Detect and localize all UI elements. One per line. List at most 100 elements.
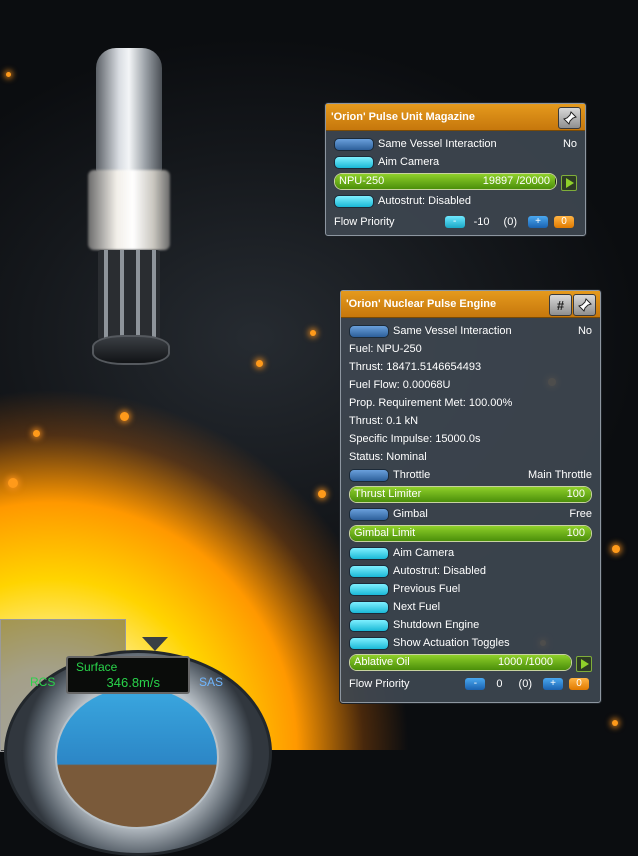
magazine-part-window: 'Orion' Pulse Unit Magazine Same Vessel … [325, 103, 586, 236]
action-label: Autostrut: Disabled [393, 565, 486, 577]
thrust-limiter-slider[interactable]: Thrust Limiter 100 [349, 486, 592, 503]
exhaust-particle [310, 330, 316, 336]
toggle-pill[interactable] [349, 468, 389, 482]
toggle-pill[interactable] [334, 137, 374, 151]
autostrut-button[interactable]: Autostrut: Disabled [341, 562, 600, 580]
aim-camera-label: Aim Camera [378, 156, 440, 168]
same-vessel-interaction-label: Same Vessel Interaction [393, 325, 512, 337]
gimbal-row[interactable]: Gimbal Free [341, 505, 600, 523]
vessel-pusher-struts [98, 250, 160, 340]
gimbal-limit-row: Gimbal Limit 100 [341, 525, 600, 542]
throttle-row[interactable]: Throttle Main Throttle [341, 466, 600, 484]
autostrut-label: Autostrut: Disabled [378, 195, 471, 207]
resource-transfer-icon[interactable] [576, 656, 592, 672]
thrust-limiter-label: Thrust Limiter [354, 488, 422, 500]
aim-camera-button[interactable]: Aim Camera [341, 544, 600, 562]
action-pill[interactable] [349, 564, 389, 578]
same-vessel-interaction-row[interactable]: Same Vessel Interaction No [326, 135, 585, 153]
npu-resource-row: NPU-250 19897 /20000 [326, 173, 585, 191]
engine-part-window: 'Orion' Nuclear Pulse Engine # Same Vess… [340, 290, 601, 703]
flow-priority-increase-button[interactable]: + [543, 678, 563, 690]
engine-prop-requirement-info: Prop. Requirement Met: 100.00% [349, 397, 513, 409]
exhaust-particle [612, 720, 618, 726]
action-pill[interactable] [349, 636, 389, 650]
engine-fuel-flow-info: Fuel Flow: 0.00068U [349, 379, 451, 391]
vessel-capsule [96, 48, 162, 173]
thrust-limiter-value: 100 [566, 488, 585, 500]
previous-fuel-button[interactable]: Previous Fuel [341, 580, 600, 598]
flow-priority-decrease-button[interactable]: - [444, 216, 465, 228]
engine-window-title-bar[interactable]: 'Orion' Nuclear Pulse Engine # [341, 291, 600, 318]
hash-button[interactable]: # [549, 294, 572, 316]
throttle-value: Main Throttle [528, 469, 592, 481]
vessel-magazine [88, 170, 170, 250]
ablative-oil-resource-row: Ablative Oil 1000 /1000 [341, 654, 600, 672]
engine-window-title: 'Orion' Nuclear Pulse Engine [346, 298, 497, 310]
navball[interactable] [55, 685, 219, 829]
resource-transfer-icon[interactable] [561, 175, 577, 191]
toggle-pill[interactable] [349, 324, 389, 338]
action-pill[interactable] [349, 582, 389, 596]
flow-priority-label: Flow Priority [349, 678, 410, 690]
npu-resource-name: NPU-250 [339, 175, 385, 187]
action-pill[interactable] [334, 194, 374, 208]
same-vessel-interaction-label: Same Vessel Interaction [378, 138, 497, 150]
magazine-window-title-bar[interactable]: 'Orion' Pulse Unit Magazine [326, 104, 585, 131]
same-vessel-interaction-value: No [577, 325, 592, 337]
flow-priority-value: -10 [473, 216, 490, 228]
action-label: Aim Camera [393, 547, 455, 559]
exhaust-particle [318, 490, 326, 498]
engine-thrust-exact-info: Thrust: 18471.5146654493 [349, 361, 482, 373]
pin-icon[interactable] [558, 107, 581, 129]
ablative-oil-resource-bar[interactable]: Ablative Oil 1000 /1000 [349, 654, 572, 671]
action-pill[interactable] [349, 546, 389, 560]
exhaust-particle [8, 478, 18, 488]
speed-value: 346.8m/s [106, 675, 160, 690]
flow-priority-reset-button[interactable]: 0 [569, 678, 589, 690]
ablative-oil-resource-amount: 1000 /1000 [497, 656, 553, 668]
flow-priority-row: Flow Priority - 0 (0) + 0 [341, 675, 600, 693]
gimbal-limit-label: Gimbal Limit [354, 527, 416, 539]
throttle-label: Throttle [393, 469, 431, 481]
action-pill[interactable] [334, 155, 374, 169]
orion-vessel[interactable] [84, 40, 174, 365]
thrust-limiter-row: Thrust Limiter 100 [341, 486, 600, 503]
flow-priority-increase-button[interactable]: + [528, 216, 548, 228]
flow-priority-row: Flow Priority - -10 (0) + 0 [326, 213, 585, 231]
flow-priority-reset-button[interactable]: 0 [554, 216, 574, 228]
npu-resource-bar[interactable]: NPU-250 19897 /20000 [334, 173, 557, 190]
engine-thrust-info: Thrust: 0.1 kN [349, 415, 419, 427]
toggle-pill[interactable] [349, 507, 389, 521]
action-label: Next Fuel [393, 601, 441, 613]
autostrut-button[interactable]: Autostrut: Disabled [326, 192, 585, 210]
flow-priority-value: 0 [496, 678, 503, 690]
gimbal-label: Gimbal [393, 508, 428, 520]
engine-status-info: Status: Nominal [349, 451, 427, 463]
gimbal-limit-value: 100 [566, 527, 585, 539]
exhaust-particle [256, 360, 263, 367]
pin-icon[interactable] [573, 294, 596, 316]
shutdown-engine-button[interactable]: Shutdown Engine [341, 616, 600, 634]
action-pill[interactable] [349, 600, 389, 614]
show-actuation-toggles-button[interactable]: Show Actuation Toggles [341, 634, 600, 652]
same-vessel-interaction-row[interactable]: Same Vessel Interaction No [341, 322, 600, 340]
rcs-indicator[interactable]: RCS [30, 675, 55, 689]
exhaust-particle [120, 412, 129, 421]
aim-camera-button[interactable]: Aim Camera [326, 153, 585, 171]
flow-priority-offset: (0) [503, 216, 517, 228]
flow-priority-decrease-button[interactable]: - [465, 678, 486, 690]
gimbal-limit-slider[interactable]: Gimbal Limit 100 [349, 525, 592, 542]
exhaust-particle [33, 430, 40, 437]
magazine-window-title: 'Orion' Pulse Unit Magazine [331, 111, 475, 123]
action-label: Shutdown Engine [393, 619, 480, 631]
sas-indicator[interactable]: SAS [199, 675, 223, 689]
next-fuel-button[interactable]: Next Fuel [341, 598, 600, 616]
action-label: Show Actuation Toggles [393, 637, 510, 649]
flow-priority-offset: (0) [518, 678, 532, 690]
npu-resource-amount: 19897 /20000 [482, 175, 550, 187]
same-vessel-interaction-value: No [562, 138, 577, 150]
action-pill[interactable] [349, 618, 389, 632]
speed-display[interactable]: Surface 346.8m/s [66, 656, 190, 694]
speed-mode: Surface [76, 660, 118, 674]
ablative-oil-resource-name: Ablative Oil [354, 656, 410, 668]
